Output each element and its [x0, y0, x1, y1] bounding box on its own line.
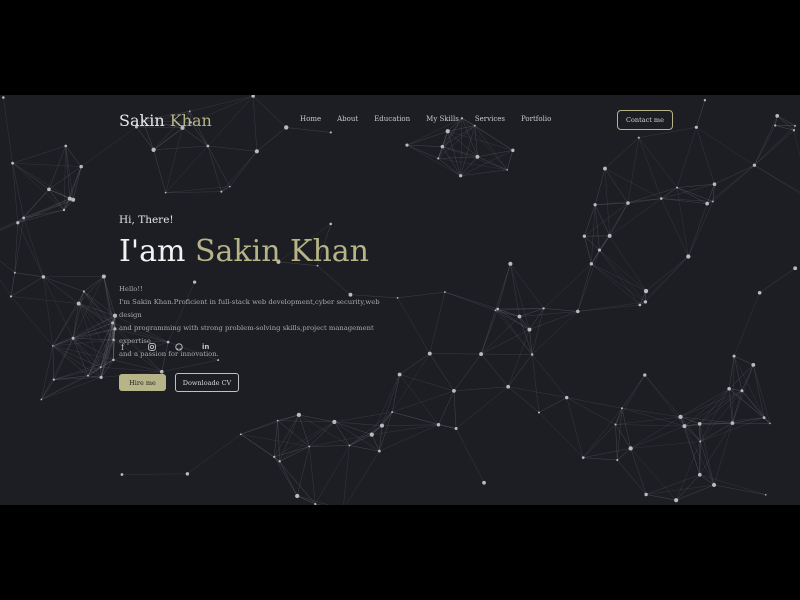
facebook-icon[interactable]: f [121, 343, 148, 353]
nav-home[interactable]: Home [300, 115, 321, 123]
bio-line: I'm Sakin Khan.Proficient in full-stack … [119, 298, 380, 319]
download-cv-button[interactable]: Downloade CV [175, 373, 239, 392]
linkedin-icon[interactable]: in [202, 343, 229, 353]
nav-services[interactable]: Services [475, 115, 505, 123]
hero-viewport: Sakin Khan Home About Education My Skill… [0, 95, 800, 505]
nav-my-skills[interactable]: My Skills [426, 115, 459, 123]
headline-name: Sakin Khan [194, 234, 369, 269]
github-icon[interactable] [175, 343, 202, 353]
nav-about[interactable]: About [337, 115, 358, 123]
nav-education[interactable]: Education [374, 115, 410, 123]
site-logo[interactable]: Sakin Khan [119, 111, 212, 130]
main-nav: Home About Education My Skills Services … [300, 115, 567, 123]
nav-portfolio[interactable]: Portfolio [521, 115, 551, 123]
headline: I'am Sakin Khan [119, 235, 369, 268]
logo-last-name: Khan [169, 111, 212, 130]
bio-line: Hello!! [119, 285, 143, 293]
hire-me-button[interactable]: Hire me [119, 374, 166, 391]
instagram-icon[interactable] [148, 343, 175, 353]
contact-button[interactable]: Contact me [617, 110, 673, 130]
logo-first-name: Sakin [119, 111, 165, 130]
headline-prefix: I'am [119, 234, 186, 269]
greeting: Hi, There! [119, 214, 174, 226]
social-links: f in [121, 343, 229, 353]
